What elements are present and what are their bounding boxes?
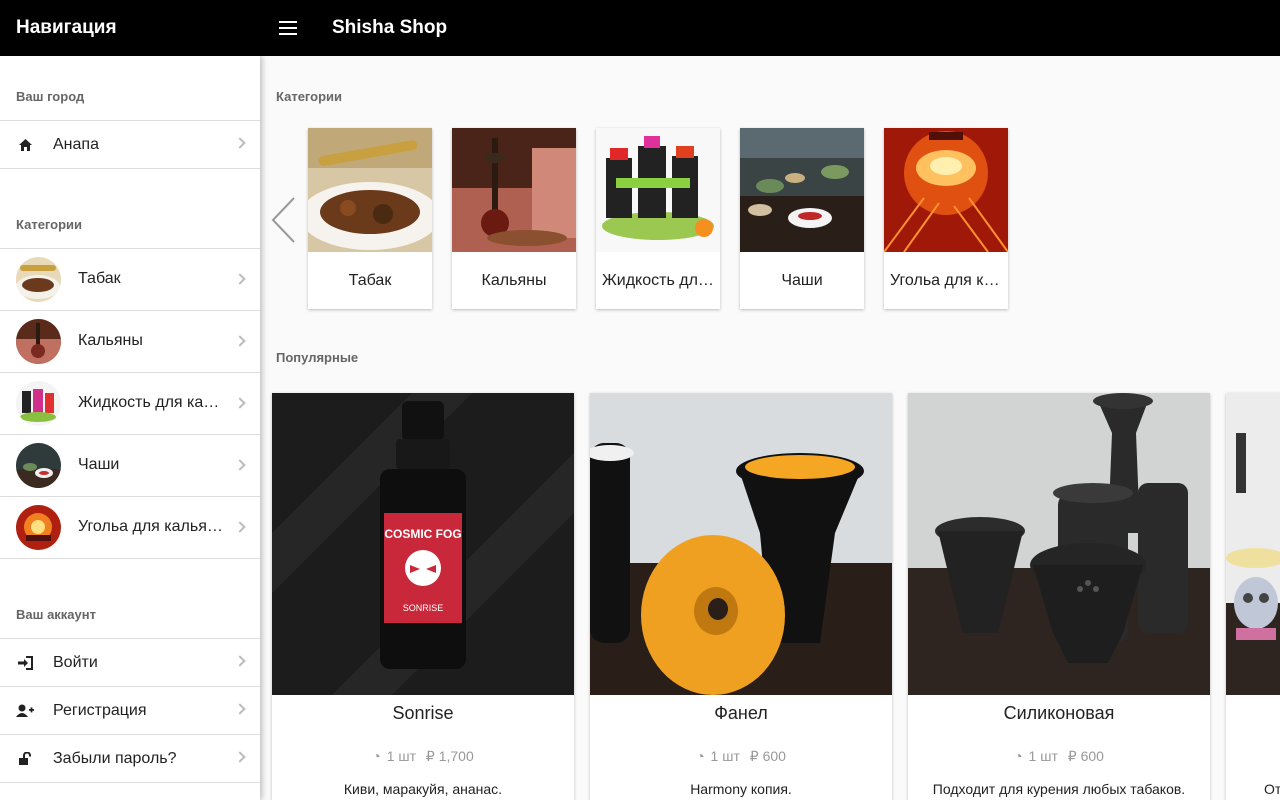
account-list: Войти Регистрация Забыли пароль? [0,638,260,783]
product-meta: ◔ 1 шт ₽ 1,700 [272,748,574,765]
chevron-right-icon [234,703,246,715]
silicone-bowl-image [908,393,1210,695]
bowls-thumbnail [16,443,61,488]
chevron-right-icon [234,397,246,409]
category-card-label: Жидкость для кальяна [602,272,714,289]
coals-thumbnail [16,505,61,550]
tobacco-image [308,128,432,252]
product-name: Силиконовая [1003,703,1115,723]
product-card-silicone[interactable]: Силиконовая ◔ 1 шт ₽ 600 Подходит для кур… [908,393,1210,800]
quantity-gauge-icon: ◔ [372,748,381,764]
user-plus-icon [16,702,34,720]
liquid-image [596,128,720,252]
product-meta: ◔ 1 шт ₽ 600 [590,748,892,765]
city-section-title: Ваш город [16,89,85,104]
product-price: ₽ 1,700 [425,748,474,764]
product-quantity: 1 шт [386,748,417,764]
hookah-thumbnail [16,319,61,364]
hamburger-menu-icon[interactable] [270,14,306,42]
sidebar-item-register[interactable]: Регистрация [0,687,260,735]
category-card-label: Чаши [781,272,823,289]
chevron-right-icon [234,751,246,763]
sidebar-item-city[interactable]: Анапа [0,121,260,169]
home-icon [16,136,34,154]
sidebar-category-label: Угольа для кальяна [78,518,223,535]
categories-section-title: Категории [16,217,83,232]
product-card-sonrise[interactable]: COSMIC FOG SONRISE Sonrise ◔ 1 шт ₽ 1,700 … [272,393,574,800]
category-card-bowls[interactable]: Чаши [740,128,864,309]
sidebar-category-label: Жидкость для кальяна [78,394,223,411]
product-name: Sonrise [392,703,454,723]
chevron-right-icon [234,137,246,149]
category-card-label: Угольа для кальяна [890,272,1002,289]
product-price: ₽ 600 [749,748,786,764]
sidebar-item-liquids[interactable]: Жидкость для кальяна [0,373,260,435]
product-meta: ◔ 1 шт ₽ 600 [908,748,1210,765]
chevron-right-icon [234,655,246,667]
categories-list: Табак Кальяны Жидкость для кальяна Чаши [0,248,260,559]
chevron-right-icon [234,335,246,347]
city-label: Анапа [53,136,99,153]
chevron-right-icon [234,521,246,533]
sidebar-item-bowls[interactable]: Чаши [0,435,260,497]
category-card-label: Кальяны [481,272,547,289]
quantity-gauge-icon: ◔ [1014,748,1023,764]
sidebar-item-tobacco[interactable]: Табак [0,249,260,311]
quantity-gauge-icon: ◔ [696,748,705,764]
svg-text:COSMIC FOG: COSMIC FOG [384,527,461,541]
navigation-title: Навигация [16,17,117,38]
fanel-bowl-image [590,393,892,695]
product-quantity: 1 шт [1028,748,1058,764]
bowls-image [740,128,864,252]
register-label: Регистрация [53,702,147,719]
category-card-liquids[interactable]: Жидкость для кальяна [596,128,720,309]
product-description: Harmony копия. [690,781,792,797]
product-meta [1226,748,1280,764]
svg-text:SONRISE: SONRISE [403,603,444,613]
sign-in-icon [16,654,34,672]
sonrise-bottle-image: COSMIC FOG SONRISE [272,393,574,695]
product-description: От [1264,781,1280,797]
main-categories-title: Категории [276,89,343,104]
category-card-coals[interactable]: Угольа для кальяна [884,128,1008,309]
sidebar-item-hookahs[interactable]: Кальяны [0,311,260,373]
slider-prev-arrow-icon[interactable] [270,196,298,244]
product-description: Киви, маракуйя, ананас. [343,781,503,797]
top-app-bar: Навигация Shisha Shop [0,0,1280,56]
login-label: Войти [53,654,98,671]
product-price: ₽ 600 [1067,748,1104,764]
skull-bowl-image [1226,393,1280,695]
product-description: Подходит для курения любых табаков. [932,781,1186,797]
liquid-thumbnail [16,381,61,426]
popular-section-title: Популярные [276,350,359,365]
navigation-sidebar: Ваш город Анапа Категории Табак Кальяны [0,56,260,800]
account-section-title: Ваш аккаунт [16,607,96,622]
tobacco-thumbnail [16,257,61,302]
sidebar-category-label: Табак [78,270,121,287]
product-name: Фанел [714,703,768,723]
sidebar-category-label: Кальяны [78,332,143,349]
product-card-fanel[interactable]: Фанел ◔ 1 шт ₽ 600 Harmony копия. [590,393,892,800]
main-content: Категории Табак Кальяны Жидкость для кал… [260,56,1280,800]
coals-image [884,128,1008,252]
unlock-icon [16,750,34,768]
category-card-tobacco[interactable]: Табак [308,128,432,309]
city-list: Анапа [0,120,260,169]
forgot-password-label: Забыли пароль? [53,750,177,767]
chevron-right-icon [234,273,246,285]
chevron-right-icon [234,459,246,471]
product-card-partial[interactable]: От [1226,393,1280,800]
sidebar-item-forgot-password[interactable]: Забыли пароль? [0,735,260,783]
category-card-hookahs[interactable]: Кальяны [452,128,576,309]
sidebar-category-label: Чаши [78,456,120,473]
sidebar-item-login[interactable]: Войти [0,639,260,687]
product-quantity: 1 шт [710,748,740,764]
sidebar-item-coals[interactable]: Угольа для кальяна [0,497,260,559]
category-card-label: Табак [348,272,392,289]
shop-title[interactable]: Shisha Shop [332,17,447,39]
hookah-image [452,128,576,252]
